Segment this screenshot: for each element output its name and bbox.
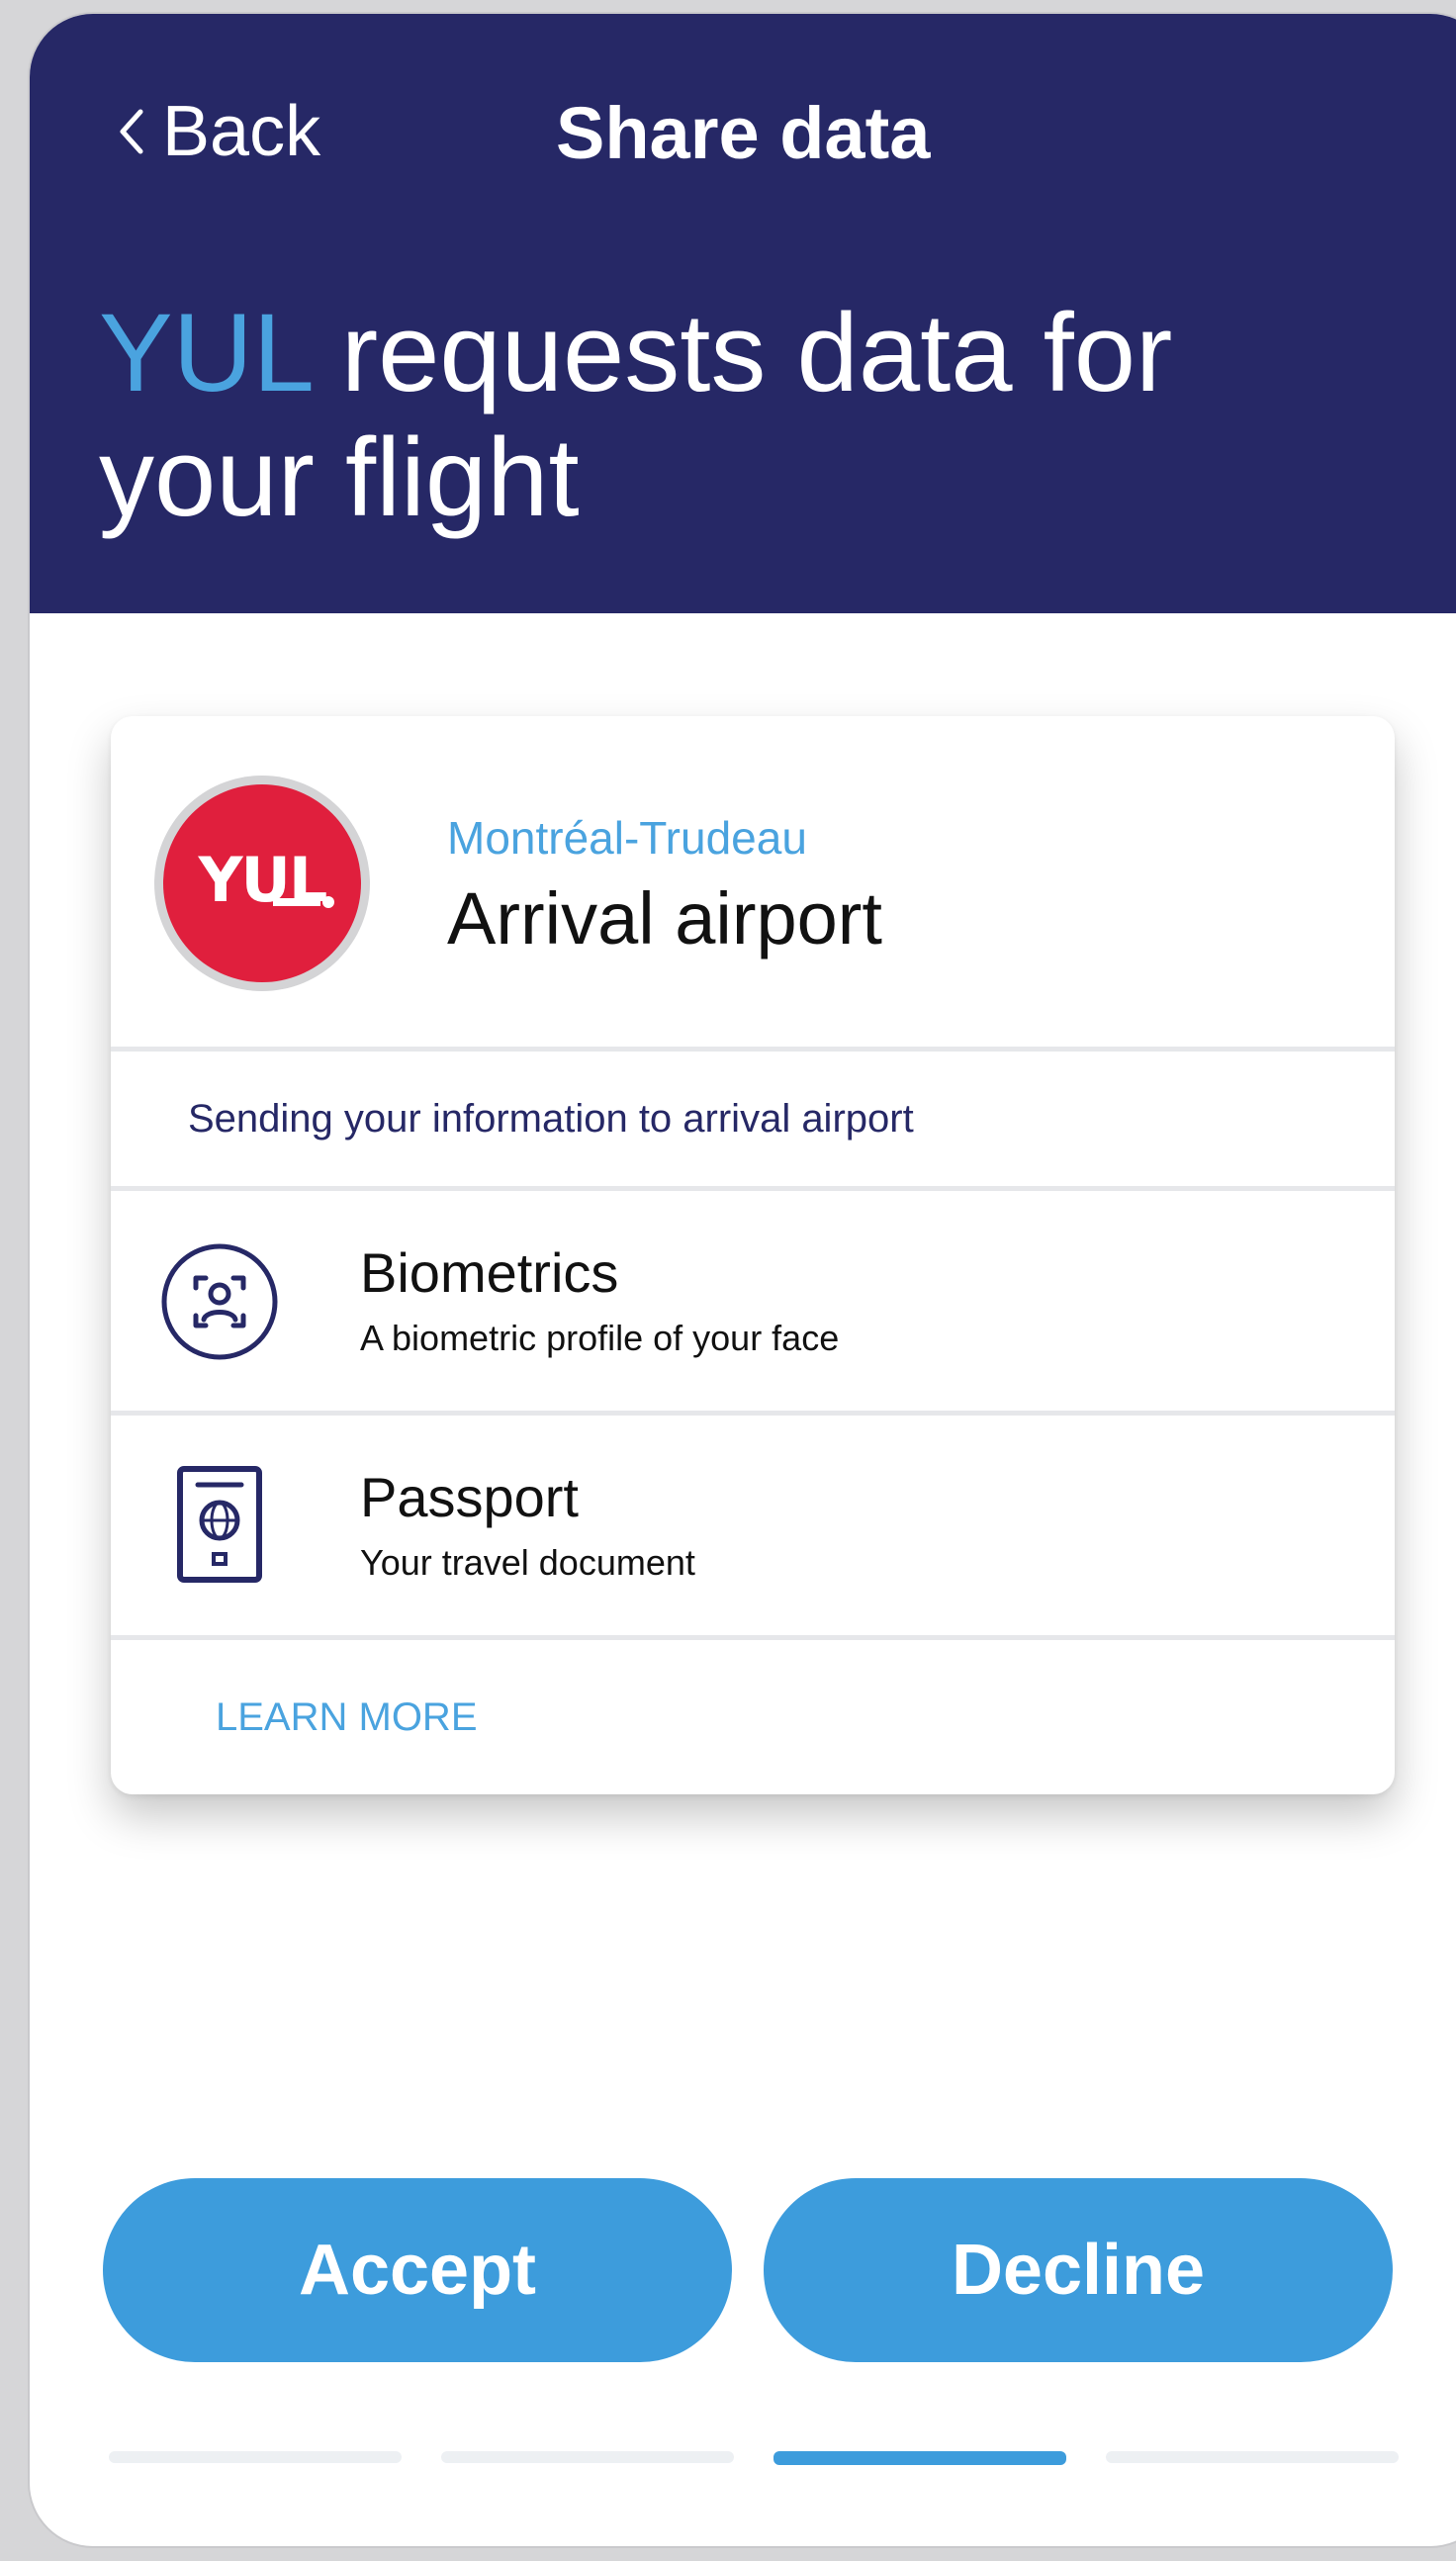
logo-dot [322,896,334,908]
back-button[interactable]: Back [117,91,320,172]
face-scan-icon [161,1243,278,1360]
airport-role: Arrival airport [447,877,882,960]
airport-name: Montréal-Trudeau [447,812,807,864]
page-indicator [1106,2451,1399,2463]
list-item-biometrics: Biometrics A biometric profile of your f… [111,1191,1395,1416]
logo-badge: YUL [163,784,361,982]
list-item-passport: Passport Your travel document [111,1416,1395,1640]
item-title: Biometrics [360,1241,619,1304]
item-title: Passport [360,1466,579,1528]
page-title: Share data [556,92,931,174]
accept-button[interactable]: Accept [103,2178,732,2362]
app-screen: Back Share data YUL requests data for yo… [30,14,1456,2546]
passport-icon [177,1466,262,1583]
page-indicator [109,2451,402,2463]
learn-more-link[interactable]: LEARN MORE [216,1695,478,1740]
pagination [30,2451,1456,2471]
info-row: Sending your information to arrival airp… [111,1052,1395,1191]
page-indicator [441,2451,734,2463]
logo-underline [273,898,320,906]
airport-header: YUL Montréal-Trudeau Arrival airport [111,716,1395,1052]
headline: YUL requests data for your flight [99,291,1385,540]
info-text: Sending your information to arrival airp… [188,1097,914,1141]
item-subtitle: A biometric profile of your face [360,1318,840,1358]
back-label: Back [162,92,321,171]
decline-button[interactable]: Decline [764,2178,1393,2362]
data-request-card: YUL Montréal-Trudeau Arrival airport Sen… [111,716,1395,1794]
chevron-left-icon [120,109,143,154]
headline-accent: YUL [99,291,311,414]
page-indicator-active [774,2451,1066,2465]
item-subtitle: Your travel document [360,1542,695,1583]
header: Back Share data YUL requests data for yo… [30,14,1456,613]
airport-logo: YUL [154,776,370,991]
